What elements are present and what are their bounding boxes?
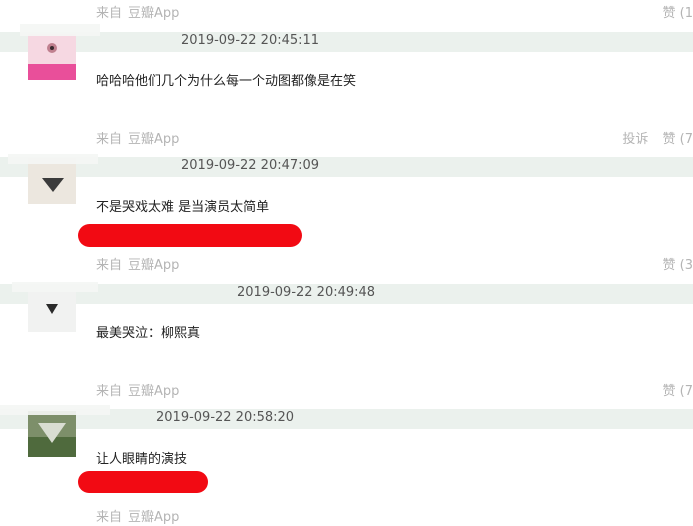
source-prefix: 来自 xyxy=(96,510,123,525)
report-button[interactable]: 投诉 xyxy=(622,132,648,147)
comment-meta-row: 来自 豆瓣App 赞 (7 xyxy=(0,378,693,402)
comment-timestamp: 2019-09-22 20:49:48 xyxy=(237,285,376,300)
douban-app-link[interactable]: 豆瓣App xyxy=(128,6,179,21)
comment-feed: 来自 豆瓣App 赞 (1 2019-09-22 20:45:11 哈哈哈他们几个… xyxy=(0,0,693,526)
comment-meta-row: 来自 豆瓣App 赞 (3 xyxy=(0,252,693,276)
douban-app-link[interactable]: 豆瓣App xyxy=(128,132,179,147)
comment-header-bar: 2019-09-22 20:45:11 xyxy=(0,32,693,52)
douban-app-link[interactable]: 豆瓣App xyxy=(128,258,179,273)
comment-source: 来自 豆瓣App xyxy=(96,380,179,399)
comment-actions: 赞 (1 xyxy=(663,2,693,21)
source-prefix: 来自 xyxy=(96,384,123,399)
scribble-mark xyxy=(20,24,100,36)
comment-source: 来自 豆瓣App xyxy=(96,2,179,21)
like-count: (1 xyxy=(679,6,693,21)
comment-source: 来自 豆瓣App xyxy=(96,254,179,273)
comment-source: 来自 豆瓣App xyxy=(96,506,179,525)
comment-timestamp: 2019-09-22 20:45:11 xyxy=(181,33,320,48)
scribble-mark xyxy=(0,405,110,415)
source-prefix: 来自 xyxy=(96,258,123,273)
comment-meta-row: 来自 豆瓣App xyxy=(0,504,693,526)
comment-actions: 赞 (7 xyxy=(663,380,693,399)
comment-source: 来自 豆瓣App xyxy=(96,128,179,147)
comment-text: 让人眼睛的演技 xyxy=(96,452,188,467)
douban-app-link[interactable]: 豆瓣App xyxy=(128,384,179,399)
avatar[interactable] xyxy=(28,286,76,332)
comment-header-bar: 2019-09-22 20:49:48 xyxy=(0,284,693,304)
like-button[interactable]: 赞 (3 xyxy=(663,258,693,273)
comment-text: 最美哭泣：柳熙真 xyxy=(96,326,201,341)
comment-meta-row: 来自 豆瓣App 投诉 赞 (7 xyxy=(0,126,693,150)
scribble-mark xyxy=(8,154,98,164)
redaction-mark xyxy=(78,471,208,493)
source-prefix: 来自 xyxy=(96,6,123,21)
comment-text: 不是哭戏太难 是当演员太简单 xyxy=(96,200,270,215)
redaction-mark xyxy=(78,224,302,247)
comment-timestamp: 2019-09-22 20:58:20 xyxy=(156,410,295,425)
avatar[interactable] xyxy=(28,411,76,457)
comment-actions: 投诉 赞 (7 xyxy=(622,128,693,147)
like-button[interactable]: 赞 (7 xyxy=(663,132,693,147)
comment-text: 哈哈哈他们几个为什么每一个动图都像是在笑 xyxy=(96,74,357,89)
scribble-mark xyxy=(12,282,98,292)
like-button[interactable]: 赞 (1 xyxy=(663,6,693,21)
comment-timestamp: 2019-09-22 20:47:09 xyxy=(181,158,320,173)
avatar[interactable] xyxy=(28,34,76,80)
douban-app-link[interactable]: 豆瓣App xyxy=(128,510,179,525)
like-button[interactable]: 赞 (7 xyxy=(663,384,693,399)
comment-header-bar: 2019-09-22 20:47:09 xyxy=(0,157,693,177)
avatar[interactable] xyxy=(28,158,76,204)
like-count: (7 xyxy=(679,132,693,147)
comment-meta-row: 来自 豆瓣App 赞 (1 xyxy=(0,0,693,24)
like-count: (7 xyxy=(679,384,693,399)
source-prefix: 来自 xyxy=(96,132,123,147)
comment-actions: 赞 (3 xyxy=(663,254,693,273)
like-count: (3 xyxy=(679,258,693,273)
